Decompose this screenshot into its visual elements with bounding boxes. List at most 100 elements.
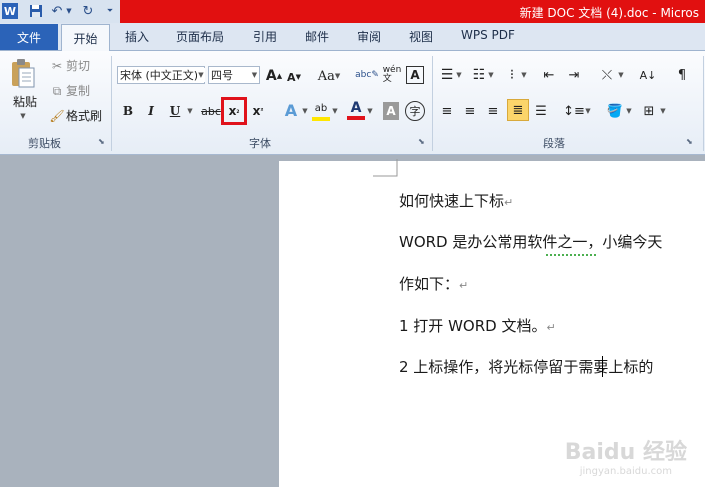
text-cursor: [602, 356, 603, 377]
font-size-arrow-icon[interactable]: ▼: [250, 68, 259, 82]
shrink-font-icon[interactable]: A ▼: [286, 69, 302, 85]
tab-mailings[interactable]: 邮件: [305, 28, 329, 45]
character-shading-icon[interactable]: A: [383, 102, 399, 120]
copy-button[interactable]: 复制: [66, 84, 90, 98]
sort-icon[interactable]: A↓: [638, 66, 658, 84]
undo-dropdown-icon[interactable]: ▼: [64, 3, 74, 19]
tab-home[interactable]: 开始: [61, 24, 110, 51]
italic-icon[interactable]: I: [143, 102, 159, 120]
paste-icon[interactable]: [8, 57, 38, 91]
doc-line-intro: WORD 是办公常用软件之一，小编今天: [399, 233, 663, 251]
doc-line-steps-intro: 作如下：↵: [399, 275, 469, 293]
grammar-underline: [546, 251, 596, 256]
font-group-label: 字体: [249, 137, 271, 150]
tab-file[interactable]: 文件: [0, 24, 58, 50]
numbering-icon[interactable]: ☷: [471, 66, 487, 84]
highlight-color-icon[interactable]: ab: [312, 101, 330, 121]
clipboard-dialog-launcher-icon[interactable]: ⬊: [98, 137, 105, 146]
numbering-dropdown-icon[interactable]: ▼: [487, 66, 495, 84]
paragraph-mark-icon: ↵: [504, 196, 514, 209]
align-right-icon[interactable]: ≡: [484, 102, 502, 120]
text-effects-dropdown-icon[interactable]: ▼: [301, 102, 309, 120]
character-border-icon[interactable]: A: [406, 66, 424, 84]
grow-font-icon[interactable]: A ▲: [265, 67, 283, 85]
tab-review[interactable]: 审阅: [357, 28, 381, 45]
tab-page-layout[interactable]: 页面布局: [176, 28, 224, 45]
margin-corner-marker: [373, 159, 398, 177]
customize-qat-icon[interactable]: ⏷: [104, 3, 116, 19]
document-title: 新建 DOC 文档 (4).doc - Micros: [519, 6, 699, 20]
redo-icon[interactable]: ↻: [80, 3, 96, 19]
font-color-icon[interactable]: A: [347, 100, 365, 120]
ribbon-tab-bar: 文件 开始 插入 页面布局 引用 邮件 审阅 视图 WPS PDF: [0, 23, 705, 51]
subscript-icon[interactable]: x₂: [221, 97, 247, 125]
text-effects-icon[interactable]: A: [281, 101, 301, 121]
paragraph-mark-icon: ↵: [546, 321, 556, 334]
quick-access-toolbar: W ↶ ▼ ↻ ⏷: [0, 0, 120, 24]
format-painter-icon: 🖌: [49, 109, 65, 123]
borders-dropdown-icon[interactable]: ▼: [659, 102, 667, 120]
doc-line-title: 如何快速上下标↵: [399, 192, 514, 210]
font-dialog-launcher-icon[interactable]: ⬊: [418, 137, 425, 146]
save-icon[interactable]: [28, 3, 44, 19]
cut-button[interactable]: 剪切: [66, 59, 90, 73]
superscript-icon[interactable]: x²: [249, 102, 267, 120]
phonetic-guide-icon[interactable]: wén 文: [381, 65, 403, 85]
group-divider: [111, 56, 112, 151]
font-name-value: 宋体 (中文正文): [120, 69, 199, 82]
word-app-icon[interactable]: W: [2, 3, 18, 19]
font-name-dropdown[interactable]: 宋体 (中文正文): [117, 66, 205, 84]
decrease-indent-icon[interactable]: ⇤: [540, 66, 558, 84]
highlight-dropdown-icon[interactable]: ▼: [331, 102, 339, 120]
font-size-value: 四号: [211, 69, 233, 82]
tab-wps-pdf[interactable]: WPS PDF: [461, 28, 515, 42]
baidu-jingyan-watermark: Baidu 经验 jingyan.baidu.com: [565, 434, 687, 477]
clear-formatting-icon[interactable]: abc✎: [355, 65, 379, 85]
bold-icon[interactable]: B: [120, 102, 136, 120]
tab-view[interactable]: 视图: [409, 28, 433, 45]
group-divider: [432, 56, 433, 151]
tab-references[interactable]: 引用: [253, 28, 277, 45]
shading-icon[interactable]: 🪣: [606, 102, 624, 120]
tab-insert[interactable]: 插入: [125, 28, 149, 45]
undo-icon[interactable]: ↶: [50, 3, 64, 19]
watermark-brand: Baidu 经验: [564, 440, 687, 465]
chinese-layout-icon[interactable]: ⤬: [598, 66, 616, 84]
bullets-dropdown-icon[interactable]: ▼: [455, 66, 463, 84]
group-divider: [703, 56, 704, 151]
scissors-icon: ✂: [51, 59, 63, 73]
align-center-icon[interactable]: ≡: [461, 102, 479, 120]
multilevel-dropdown-icon[interactable]: ▼: [520, 66, 528, 84]
paragraph-dialog-launcher-icon[interactable]: ⬊: [686, 137, 693, 146]
underline-icon[interactable]: U: [167, 102, 183, 120]
chinese-layout-dropdown-icon[interactable]: ▼: [617, 66, 625, 84]
paste-button[interactable]: 粘贴: [10, 94, 40, 110]
enclose-characters-icon[interactable]: 字: [405, 101, 425, 121]
increase-indent-icon[interactable]: ⇥: [565, 66, 583, 84]
underline-dropdown-icon[interactable]: ▼: [185, 102, 195, 120]
format-painter-button[interactable]: 格式刷: [66, 109, 102, 123]
paragraph-group-label: 段落: [543, 137, 565, 150]
clipboard-group-label: 剪贴板: [28, 137, 61, 150]
document-page[interactable]: 如何快速上下标↵ WORD 是办公常用软件之一，小编今天 作如下：↵ 1 打开 …: [279, 159, 705, 487]
line-spacing-icon[interactable]: ↕≡: [563, 102, 585, 120]
line-spacing-dropdown-icon[interactable]: ▼: [584, 102, 592, 120]
bullets-icon[interactable]: ☰: [439, 66, 455, 84]
justify-icon[interactable]: ≣: [507, 99, 529, 121]
paste-dropdown-icon[interactable]: ▼: [16, 111, 30, 121]
show-marks-icon[interactable]: ¶: [675, 66, 689, 84]
align-left-icon[interactable]: ≡: [438, 102, 456, 120]
change-case-icon[interactable]: Aa ▼: [317, 68, 341, 84]
font-color-dropdown-icon[interactable]: ▼: [366, 102, 374, 120]
shading-dropdown-icon[interactable]: ▼: [625, 102, 633, 120]
copy-icon: ⧉: [52, 84, 62, 98]
doc-line-step-1: 1 打开 WORD 文档。↵: [399, 317, 556, 335]
multilevel-list-icon[interactable]: ⁝: [504, 66, 520, 84]
paragraph-mark-icon: ↵: [459, 279, 469, 292]
distributed-icon[interactable]: ☰: [532, 102, 550, 120]
strikethrough-icon[interactable]: abc: [201, 102, 221, 120]
borders-icon[interactable]: ⊞: [640, 102, 658, 120]
font-name-arrow-icon[interactable]: ▼: [197, 68, 205, 82]
doc-line-step-2: 2 上标操作，将光标停留于需要上标的: [399, 358, 654, 376]
ribbon: 粘贴 ▼ ✂ 剪切 ⧉ 复制 🖌 格式刷 剪贴板 ⬊ 宋体 (中文正文) ▼ 四…: [0, 51, 705, 155]
